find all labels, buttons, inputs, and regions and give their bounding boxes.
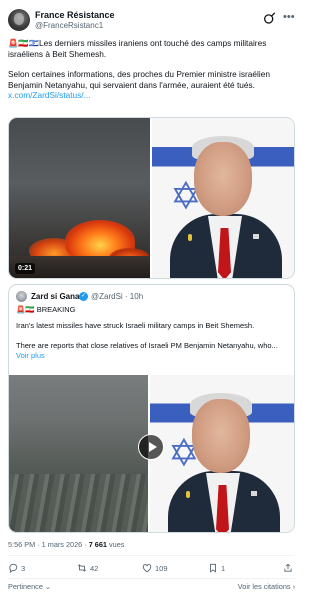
like-button[interactable]: 109 bbox=[142, 563, 168, 577]
quote-video-explosion[interactable] bbox=[9, 375, 148, 532]
quote-text-line2: There are reports that close relatives o… bbox=[16, 341, 278, 350]
play-icon[interactable] bbox=[138, 434, 164, 460]
quote-author-name: Zard si Gana bbox=[31, 292, 80, 301]
quote-photo-portrait[interactable]: ✡ bbox=[150, 375, 294, 532]
quote-media: ✡ bbox=[9, 375, 294, 532]
view-quotes-link[interactable]: Voir les citations › bbox=[238, 582, 295, 591]
alert-emoji: 🚨🇮🇷🇮🇱 bbox=[8, 38, 39, 48]
replies-footer: Pertinence ⌄ Voir les citations › bbox=[8, 582, 295, 596]
tweet-meta: 5:56 PM · 1 mars 2026 · 7 661 vues bbox=[8, 540, 124, 549]
tweet-link[interactable]: x.com/ZardSi/status/... bbox=[8, 90, 91, 100]
sort-relevance-button[interactable]: Pertinence ⌄ bbox=[8, 582, 51, 591]
author-avatar[interactable] bbox=[8, 9, 30, 31]
more-icon[interactable]: ••• bbox=[283, 11, 295, 23]
quoted-tweet[interactable]: Zard si Gana ✓ @ZardSi · 10h 🚨🇮🇷 BREAKIN… bbox=[8, 284, 295, 533]
tweet-text-line1: Les derniers missiles iraniens ont touch… bbox=[8, 38, 267, 59]
views-label: vues bbox=[106, 540, 125, 549]
quote-text: Iran's latest missiles have struck Israe… bbox=[16, 321, 290, 361]
repost-count: 42 bbox=[90, 564, 99, 573]
video-explosion[interactable]: 0:21 bbox=[9, 118, 150, 278]
quote-text-line1: Iran's latest missiles have struck Israe… bbox=[16, 321, 255, 330]
verified-icon: ✓ bbox=[79, 292, 88, 301]
grok-icon[interactable] bbox=[263, 12, 276, 25]
chevron-right-icon: › bbox=[292, 582, 295, 591]
quote-author-handle: @ZardSi · 10h bbox=[91, 292, 144, 301]
chevron-down-icon: ⌄ bbox=[44, 582, 52, 591]
bookmark-icon bbox=[210, 563, 216, 573]
like-count: 109 bbox=[155, 564, 168, 573]
video-duration: 0:21 bbox=[15, 263, 36, 274]
share-icon bbox=[284, 563, 292, 572]
quote-badge: 🚨🇮🇷 BREAKING bbox=[16, 305, 76, 314]
reply-icon bbox=[9, 563, 18, 573]
heart-icon bbox=[142, 564, 152, 573]
quote-avatar bbox=[16, 291, 27, 302]
views-count: 7 661 bbox=[88, 540, 107, 549]
reply-button[interactable]: 3 bbox=[8, 563, 25, 577]
action-bar: 3 42 109 1 bbox=[8, 563, 295, 577]
repost-button[interactable]: 42 bbox=[77, 563, 98, 577]
tweet-header: France Résistance @FranceRsistanc1 ••• bbox=[8, 7, 295, 33]
bookmark-button[interactable]: 1 bbox=[208, 563, 225, 577]
reply-count: 3 bbox=[21, 564, 26, 573]
tweet-timestamp[interactable]: 5:56 PM · 1 mars 2026 · bbox=[8, 540, 89, 549]
author-name[interactable]: France Résistance bbox=[35, 10, 115, 20]
photo-portrait[interactable]: ✡ bbox=[152, 118, 294, 278]
sort-label: Pertinence bbox=[8, 582, 43, 591]
show-more-link[interactable]: Voir plus bbox=[16, 351, 45, 360]
bookmark-count: 1 bbox=[221, 564, 226, 573]
share-button[interactable] bbox=[283, 563, 296, 577]
divider bbox=[8, 578, 295, 579]
media-grid: 0:21 ✡ bbox=[8, 117, 295, 279]
tweet-text: 🚨🇮🇷🇮🇱Les derniers missiles iraniens ont … bbox=[8, 38, 295, 101]
author-handle[interactable]: @FranceRsistanc1 bbox=[35, 21, 103, 30]
tweet-text-line2: Selon certaines informations, des proche… bbox=[8, 69, 270, 90]
view-quotes-label: Voir les citations bbox=[237, 582, 291, 591]
repost-icon bbox=[77, 564, 87, 572]
divider bbox=[8, 555, 295, 556]
